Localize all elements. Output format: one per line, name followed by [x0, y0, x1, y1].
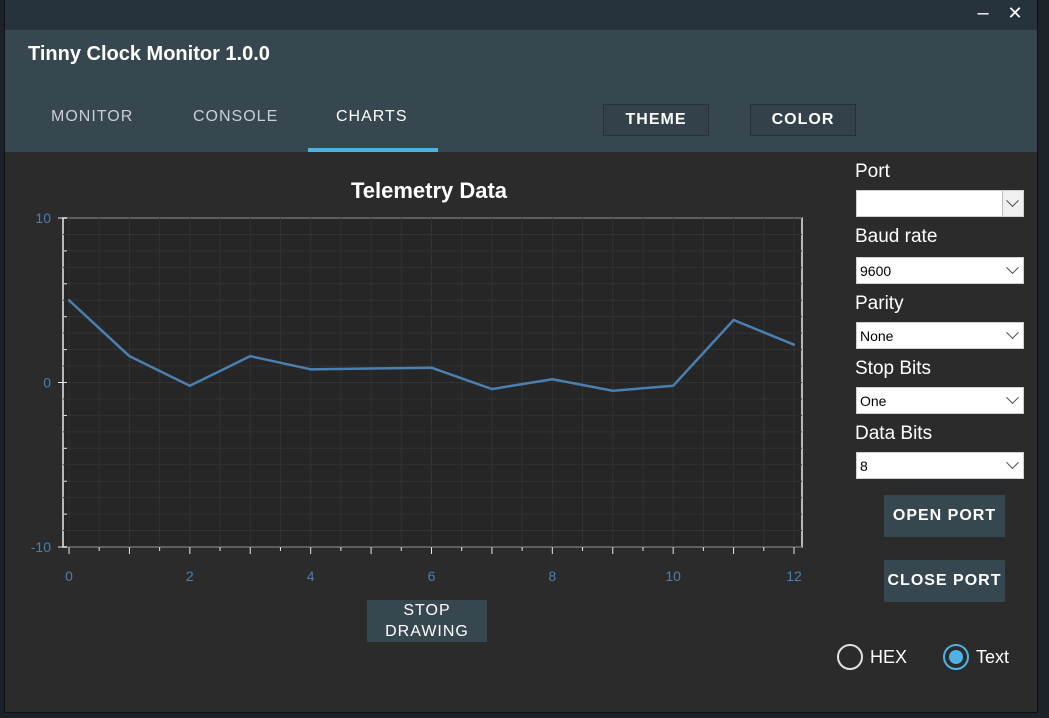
chevron-down-icon — [1006, 391, 1019, 405]
parity-value: None — [860, 328, 894, 344]
chevron-down-icon — [1006, 261, 1019, 275]
data-point — [249, 354, 252, 358]
radio-selected-dot — [949, 650, 963, 664]
data-bits-label: Data Bits — [855, 423, 933, 444]
x-tick-label: 0 — [65, 568, 73, 584]
hex-radio-label: HEX — [870, 647, 908, 667]
chevron-down-icon — [1006, 456, 1019, 470]
x-tick-label: 8 — [548, 568, 556, 584]
x-tick-label: 4 — [307, 568, 315, 584]
data-point — [490, 387, 494, 391]
data-point — [128, 354, 131, 358]
data-point — [67, 299, 71, 302]
app-window: – ✕ Tinny Clock Monitor 1.0.0 MONITOR CO… — [5, 0, 1037, 712]
close-port-button[interactable]: CLOSE PORT — [884, 560, 1005, 602]
baud-rate-value: 9600 — [860, 263, 892, 279]
data-bits-select[interactable]: 8 — [856, 452, 1024, 479]
stop-drawing-button[interactable]: STOP DRAWING — [367, 600, 487, 642]
stop-bits-select[interactable]: One — [856, 387, 1024, 414]
minimize-icon[interactable]: – — [971, 2, 995, 26]
parity-label: Parity — [855, 293, 904, 314]
data-point — [309, 368, 312, 371]
data-point — [671, 384, 675, 387]
data-point — [732, 318, 735, 322]
x-tick-label: 2 — [186, 568, 194, 584]
data-point — [369, 367, 373, 370]
hex-radio[interactable] — [837, 644, 863, 670]
text-radio-label: Text — [976, 647, 1010, 667]
parity-select[interactable]: None — [856, 322, 1024, 349]
baud-rate-label: Baud rate — [855, 226, 938, 247]
data-point — [792, 343, 796, 346]
x-tick-label: 10 — [665, 568, 681, 584]
close-icon[interactable]: ✕ — [1003, 2, 1027, 26]
chevron-down-icon — [1006, 326, 1019, 340]
stop-bits-label: Stop Bits — [855, 358, 932, 379]
port-label: Port — [855, 161, 890, 182]
data-point — [430, 366, 433, 369]
y-tick-label: -10 — [31, 539, 51, 555]
y-tick-label: 0 — [43, 375, 51, 391]
data-point — [611, 389, 614, 392]
open-port-button[interactable]: OPEN PORT — [884, 495, 1005, 537]
telemetry-chart: 10 0 -10 0 2 4 6 8 10 12 — [31, 210, 803, 584]
x-tick-label: 6 — [428, 568, 436, 584]
data-point — [188, 384, 192, 387]
baud-rate-select[interactable]: 9600 — [856, 257, 1024, 284]
data-bits-value: 8 — [860, 458, 868, 474]
port-select[interactable] — [856, 190, 1024, 217]
data-point — [551, 378, 554, 381]
y-tick-label: 10 — [35, 210, 51, 226]
stop-bits-value: One — [860, 393, 887, 409]
x-tick-label: 12 — [786, 568, 802, 584]
text-radio[interactable] — [943, 644, 969, 670]
